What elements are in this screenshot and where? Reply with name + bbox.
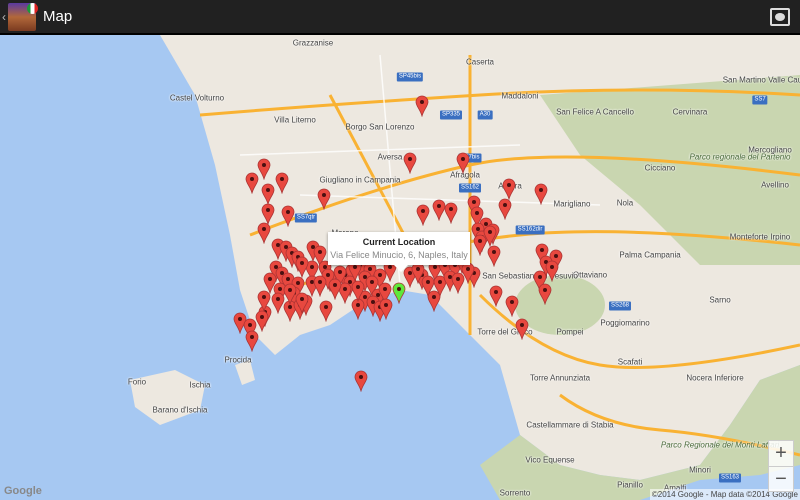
map-label: Mercogliano xyxy=(748,145,792,155)
map-label: SP335 xyxy=(439,110,463,120)
map-label: Cervinara xyxy=(672,107,708,117)
map-label: Poggiomarino xyxy=(600,318,650,328)
map-view[interactable]: Grazzanise Caserta SP45bis Maddaloni San Fel… xyxy=(0,35,800,500)
map-label: Vico Equense xyxy=(525,455,575,465)
map-label: Castel Volturno xyxy=(169,93,225,103)
map-marker-pin[interactable] xyxy=(489,285,503,307)
map-label: Nocera Inferiore xyxy=(686,373,744,383)
map-label: Giugliano in Campania xyxy=(319,175,401,185)
map-label: Palma Campania xyxy=(619,250,681,260)
map-label: Pompei xyxy=(556,327,584,337)
italy-flag-icon xyxy=(27,2,38,14)
map-marker-pin[interactable] xyxy=(415,95,429,117)
map-marker-pin[interactable] xyxy=(245,172,259,194)
map-marker-pin[interactable] xyxy=(281,205,295,227)
map-marker-pin[interactable] xyxy=(257,158,271,180)
map-marker-pin[interactable] xyxy=(515,318,529,340)
map-label: SS162 xyxy=(458,183,482,193)
action-bar: ‹ Map xyxy=(0,0,800,35)
current-location-info-window[interactable]: Current Location Via Felice Minucio, 6, … xyxy=(328,232,470,272)
map-marker-pin[interactable] xyxy=(534,183,548,205)
map-marker-pin[interactable] xyxy=(319,300,333,322)
map-label: Forio xyxy=(127,377,147,387)
map-label: Cicciano xyxy=(644,163,676,173)
map-marker-pin[interactable] xyxy=(313,275,327,297)
map-label: Caserta xyxy=(465,57,495,67)
map-marker-pin[interactable] xyxy=(245,330,259,352)
info-window-title: Current Location xyxy=(362,237,436,247)
map-marker-pin[interactable] xyxy=(354,370,368,392)
map-label: Monteforte Irpino xyxy=(729,232,791,242)
map-label: Borgo San Lorenzo xyxy=(345,122,415,132)
map-label: Parco Regionale dei Monti Lattari xyxy=(660,440,780,450)
map-label: Pianillo xyxy=(617,480,643,490)
map-label: Nola xyxy=(616,198,634,208)
map-marker-pin[interactable] xyxy=(403,152,417,174)
map-label: SS268 xyxy=(608,301,632,311)
current-location-marker[interactable] xyxy=(392,282,406,304)
map-label: SS7qtr xyxy=(294,213,318,223)
map-marker-pin[interactable] xyxy=(502,178,516,200)
map-layers-icon[interactable] xyxy=(770,8,790,26)
map-marker-pin[interactable] xyxy=(261,183,275,205)
map-label: SS163 xyxy=(718,473,742,483)
map-label: SP45bis xyxy=(396,72,424,82)
map-label: Minori xyxy=(689,465,711,475)
map-marker-pin[interactable] xyxy=(257,290,271,312)
map-marker-pin[interactable] xyxy=(456,152,470,174)
map-marker-pin[interactable] xyxy=(416,204,430,226)
map-marker-pin[interactable] xyxy=(255,310,269,332)
map-label: Scafati xyxy=(617,357,643,367)
map-marker-pin[interactable] xyxy=(545,260,559,282)
app-icon[interactable] xyxy=(8,2,38,31)
map-marker-pin[interactable] xyxy=(257,222,271,244)
map-label: Procida xyxy=(224,355,252,365)
map-label: Torre Annunziata xyxy=(529,373,591,383)
map-label: SS162dir xyxy=(515,225,545,235)
map-marker-pin[interactable] xyxy=(328,278,342,300)
map-marker-pin[interactable] xyxy=(538,283,552,305)
map-label: Sarno xyxy=(709,295,731,305)
map-label: SS7 xyxy=(752,95,768,105)
map-label: San Sebastiano Al Vesuvio xyxy=(482,271,578,281)
map-label: Barano d'Ischia xyxy=(152,405,208,415)
map-label: Aversa xyxy=(377,152,403,162)
zoom-in-button[interactable]: + xyxy=(769,441,793,466)
map-label: Marigliano xyxy=(553,199,591,209)
info-window-address: Via Felice Minucio, 6, Naples, Italy xyxy=(330,250,468,260)
map-label: San Martino Valle Caudina xyxy=(722,75,800,85)
google-logo: Google xyxy=(4,485,42,497)
map-label: Villa Literno xyxy=(274,115,316,125)
map-label: A30 xyxy=(477,110,493,120)
map-label: Sorrento xyxy=(499,488,531,498)
map-marker-pin[interactable] xyxy=(317,188,331,210)
map-marker-pin[interactable] xyxy=(505,295,519,317)
map-marker-pin[interactable] xyxy=(473,234,487,256)
map-marker-pin[interactable] xyxy=(461,262,475,284)
map-marker-pin[interactable] xyxy=(498,198,512,220)
page-title: Map xyxy=(43,8,73,25)
back-chevron-icon[interactable]: ‹ xyxy=(2,10,6,24)
map-label: Castellammare di Stabia xyxy=(526,420,614,430)
zoom-controls: + − xyxy=(768,440,794,492)
zoom-out-button[interactable]: − xyxy=(769,466,793,491)
map-label: Ischia xyxy=(189,380,211,390)
map-label: Grazzanise xyxy=(292,38,334,48)
map-label: Avellino xyxy=(761,180,789,190)
map-marker-pin[interactable] xyxy=(379,298,393,320)
map-marker-pin[interactable] xyxy=(444,202,458,224)
map-marker-pin[interactable] xyxy=(275,172,289,194)
map-marker-pin[interactable] xyxy=(351,280,365,302)
map-label: Maddaloni xyxy=(501,91,539,101)
map-marker-pin[interactable] xyxy=(487,245,501,267)
map-marker-pin[interactable] xyxy=(295,292,309,314)
map-label: San Felice A Cancello xyxy=(556,107,634,117)
